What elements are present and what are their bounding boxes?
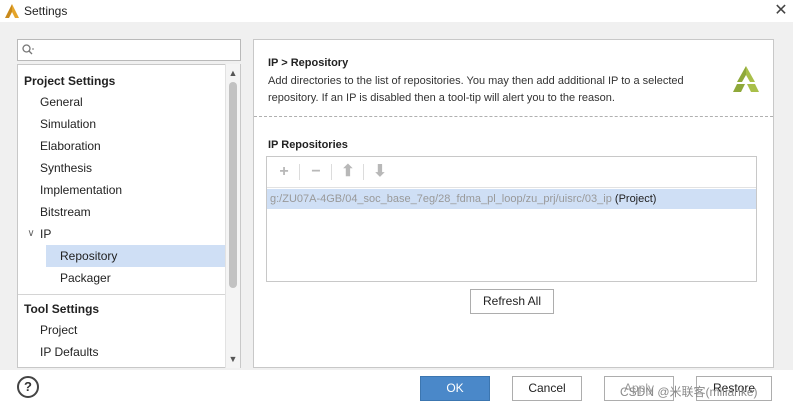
tree-item-packager[interactable]: Packager <box>46 267 228 289</box>
search-icon <box>22 44 34 55</box>
title-bar: Settings ✕ <box>0 0 793 22</box>
search-input[interactable] <box>17 39 241 61</box>
panel-title: IP > Repository <box>268 57 349 69</box>
tree-scrollbar[interactable]: ▲ ▼ <box>225 64 240 368</box>
scroll-down-icon[interactable]: ▼ <box>226 352 240 366</box>
tree-item-elaboration[interactable]: Elaboration <box>40 135 101 157</box>
tree-item-ip[interactable]: ∨ IP <box>18 223 226 245</box>
repository-row[interactable]: g:/ZU07A-4GB/04_soc_base_7eg/28_fdma_pl_… <box>267 189 756 209</box>
repository-path: g:/ZU07A-4GB/04_soc_base_7eg/28_fdma_pl_… <box>270 193 612 205</box>
settings-panel: IP > Repository Add directories to the l… <box>253 39 774 368</box>
toolbar-divider <box>299 164 300 180</box>
move-down-icon[interactable]: ⬇ <box>369 161 391 183</box>
tree-header-project-settings: Project Settings <box>24 74 116 88</box>
remove-icon[interactable]: − <box>305 161 327 183</box>
scroll-thumb[interactable] <box>229 82 237 288</box>
move-up-icon[interactable]: ⬆ <box>337 161 359 183</box>
repository-suffix: (Project) <box>611 193 657 205</box>
repositories-label: IP Repositories <box>268 139 348 151</box>
xilinx-logo-icon <box>733 66 759 92</box>
tree-item-repository[interactable]: Repository <box>46 245 228 267</box>
tree-item-bitstream[interactable]: Bitstream <box>40 201 91 223</box>
help-icon[interactable]: ? <box>17 376 39 398</box>
scroll-up-icon[interactable]: ▲ <box>226 66 240 80</box>
panel-description: Add directories to the list of repositor… <box>268 75 684 104</box>
settings-tree: Project Settings General Simulation Elab… <box>17 64 241 368</box>
close-icon[interactable]: ✕ <box>771 1 791 21</box>
watermark-text: CSDN @米联客(milianke) <box>620 385 758 399</box>
toolbar-divider <box>363 164 364 180</box>
tree-item-general[interactable]: General <box>40 91 83 113</box>
toolbar-divider <box>331 164 332 180</box>
tree-item-ip-defaults[interactable]: IP Defaults <box>40 341 98 363</box>
add-icon[interactable]: + <box>273 161 295 183</box>
cancel-button[interactable]: Cancel <box>512 376 582 401</box>
tree-item-synthesis[interactable]: Synthesis <box>40 157 92 179</box>
ok-button[interactable]: OK <box>420 376 490 401</box>
tree-item-project[interactable]: Project <box>40 319 77 341</box>
repositories-list: + − ⬆ ⬇ g:/ZU07A-4GB/04_soc_base_7eg/28_… <box>266 156 757 282</box>
chevron-down-icon[interactable]: ∨ <box>26 223 36 245</box>
tree-header-tool-settings: Tool Settings <box>24 302 100 316</box>
app-logo-icon <box>5 4 19 18</box>
tree-item-ip-label: IP <box>40 227 52 241</box>
tree-item-implementation[interactable]: Implementation <box>40 179 122 201</box>
tree-item-simulation[interactable]: Simulation <box>40 113 96 135</box>
section-divider <box>254 116 773 117</box>
repositories-toolbar: + − ⬆ ⬇ <box>267 157 756 188</box>
refresh-all-button[interactable]: Refresh All <box>470 289 554 314</box>
window-title: Settings <box>24 4 68 18</box>
tree-divider <box>18 294 228 295</box>
